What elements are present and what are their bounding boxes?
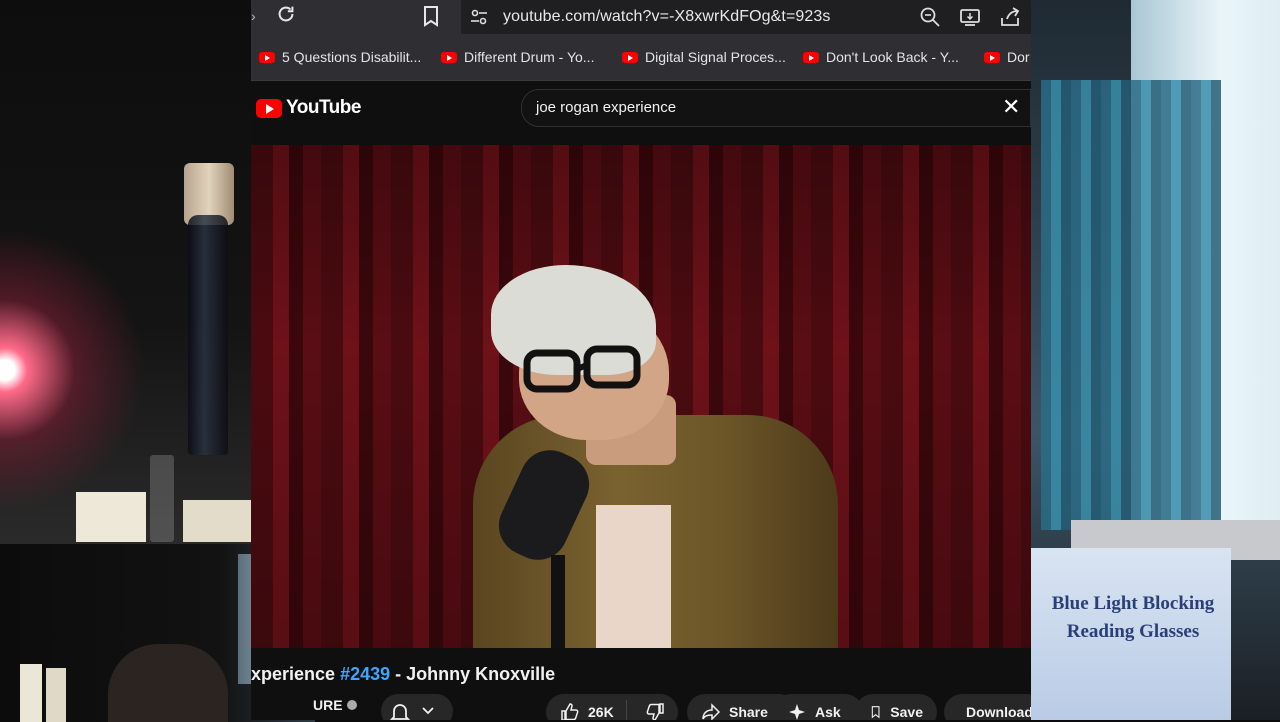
- forward-icon[interactable]: ›: [251, 8, 256, 24]
- bell-icon: [389, 704, 411, 720]
- like-button[interactable]: 26K: [546, 700, 627, 720]
- bookmark-item[interactable]: Dor: [984, 49, 1030, 65]
- search-input[interactable]: joe rogan experience: [536, 99, 676, 116]
- bookmark-label: 5 Questions Disabilit...: [282, 49, 422, 65]
- verified-icon: [346, 700, 357, 710]
- bookmark-item[interactable]: Different Drum - Yo...: [441, 49, 594, 65]
- video-title: xperience #2439 - Johnny Knoxville: [251, 664, 1031, 685]
- product-box-text: Blue Light Blocking Reading Glasses: [1035, 590, 1231, 646]
- episode-hashtag[interactable]: #2439: [340, 664, 390, 684]
- clear-search-icon[interactable]: ✕: [1002, 96, 1020, 118]
- product-text-line-2: Reading Glasses: [1066, 621, 1200, 642]
- notifications-button[interactable]: [381, 694, 453, 720]
- like-count: 26K: [588, 704, 614, 720]
- left-webcam-view: [0, 0, 251, 542]
- bookmark-label: Dor: [1007, 49, 1030, 65]
- like-dislike-group: 26K: [546, 694, 678, 720]
- youtube-favicon-icon: [441, 51, 457, 63]
- site-settings-icon[interactable]: [469, 7, 489, 27]
- video-title-suffix: - Johnny Knoxville: [390, 664, 556, 684]
- install-app-icon[interactable]: [959, 6, 981, 33]
- channel-name-text: URE: [313, 697, 343, 713]
- ask-label: Ask: [815, 704, 841, 720]
- candle-glass: [183, 500, 251, 542]
- share-label: Share: [729, 704, 768, 720]
- candle-glass: [76, 492, 146, 542]
- channel-name[interactable]: URE: [313, 697, 357, 713]
- share-arrow-icon: [702, 703, 721, 720]
- video-player[interactable]: [251, 145, 1031, 648]
- browser-window: › youtube.com/watch?v=-X8xwrKdFOg&t=923s: [251, 0, 1031, 720]
- url-text[interactable]: youtube.com/watch?v=-X8xwrKdFOg&t=923s: [503, 8, 831, 26]
- bookmark-item[interactable]: Digital Signal Proces...: [622, 49, 786, 65]
- zoom-icon[interactable]: [919, 6, 941, 33]
- youtube-favicon-icon: [259, 51, 275, 63]
- save-label: Save: [890, 704, 923, 720]
- browser-toolbar: › youtube.com/watch?v=-X8xwrKdFOg&t=923s: [251, 0, 1031, 36]
- save-playlist-icon: [871, 706, 880, 719]
- thumbs-down-icon: [646, 703, 664, 720]
- bookmark-item[interactable]: Don't Look Back - Y...: [803, 49, 959, 65]
- address-bar[interactable]: youtube.com/watch?v=-X8xwrKdFOg&t=923s: [461, 0, 1031, 34]
- youtube-favicon-icon: [984, 51, 1000, 63]
- bookmark-icon[interactable]: [421, 5, 443, 29]
- glass-jar: [150, 455, 174, 542]
- youtube-favicon-icon: [622, 51, 638, 63]
- bookmark-label: Don't Look Back - Y...: [826, 49, 959, 65]
- video-subject-shirt: [596, 505, 671, 648]
- video-title-prefix: xperience: [251, 664, 341, 684]
- right-webcam-view: Blue Light Blocking Reading Glasses: [1031, 0, 1280, 720]
- bookmark-item[interactable]: 5 Questions Disabilit...: [259, 49, 421, 65]
- download-label: Download: [966, 704, 1031, 720]
- thumbs-up-icon: [561, 703, 579, 720]
- bookmark-label: Different Drum - Yo...: [464, 49, 595, 65]
- sparkle-icon: [789, 704, 805, 720]
- youtube-masthead: YouTube joe rogan experience ✕: [251, 81, 1031, 143]
- pip-candle: [46, 668, 66, 722]
- ask-button[interactable]: Ask: [773, 694, 863, 720]
- pip-person: [108, 644, 228, 722]
- youtube-wordmark: YouTube: [286, 97, 361, 118]
- bookmarks-bar: 5 Questions Disabilit... Different Drum …: [251, 36, 1031, 81]
- youtube-logo[interactable]: YouTube: [256, 97, 361, 119]
- youtube-favicon-icon: [803, 51, 819, 63]
- share-page-icon[interactable]: [999, 6, 1021, 33]
- download-button[interactable]: Download: [944, 694, 1031, 720]
- bookmark-label: Digital Signal Proces...: [645, 49, 786, 65]
- glasses: [523, 345, 641, 393]
- bottle: [188, 215, 228, 455]
- product-text-line-1: Blue Light Blocking: [1051, 593, 1215, 614]
- chevron-down-icon: [422, 707, 434, 715]
- save-button[interactable]: Save: [855, 694, 937, 720]
- dislike-button[interactable]: [635, 702, 665, 720]
- youtube-play-logo-icon: [256, 98, 282, 118]
- search-box[interactable]: joe rogan experience ✕: [521, 89, 1031, 127]
- microphone-stand: [551, 555, 565, 648]
- reload-icon[interactable]: [273, 3, 299, 29]
- pip-candle: [20, 664, 42, 722]
- curtain: [1041, 80, 1221, 530]
